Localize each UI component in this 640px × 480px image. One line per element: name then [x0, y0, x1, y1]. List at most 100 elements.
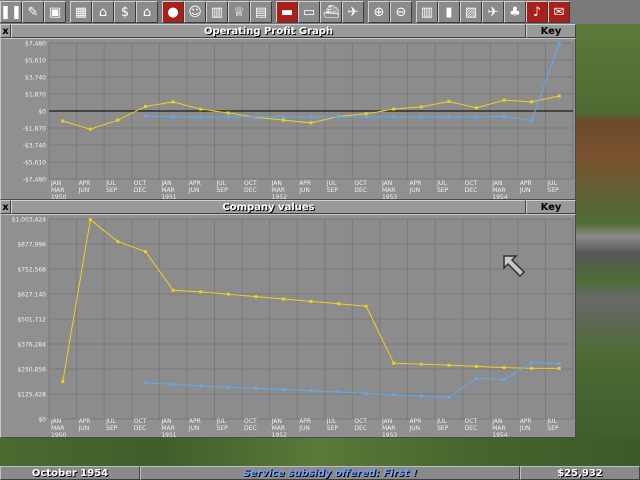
- subsidies-icon[interactable]: $: [114, 1, 136, 23]
- x-tick-label: APR: [189, 180, 201, 187]
- music-icon[interactable]: ♪: [526, 1, 548, 23]
- y-tick-label: $250,856: [17, 367, 46, 374]
- data-point: [474, 106, 478, 110]
- data-point: [309, 115, 313, 119]
- league-icon[interactable]: ♕: [228, 1, 250, 23]
- main-toolbar: ❚❚ ✎ ▣ ▦ ⌂ $ ⌂ ● ☺ ▥ ♕ ▤ ▬ ▭ ⛴ ✈ ⊕ ⊖ ▥ ▮…: [0, 0, 640, 24]
- y-tick-label: $125,428: [17, 392, 46, 399]
- data-point: [309, 121, 313, 125]
- data-point: [502, 98, 506, 102]
- x-tick-label: MAR: [51, 425, 64, 432]
- x-tick-label: SEP: [547, 425, 559, 432]
- x-tick-label: OCT: [354, 180, 367, 187]
- road-vehicles-icon[interactable]: ▭: [298, 1, 320, 23]
- game-map-strip[interactable]: [0, 438, 640, 466]
- ships-icon[interactable]: ⛴: [320, 1, 342, 23]
- data-point: [557, 94, 561, 98]
- x-tick-label: SEP: [327, 425, 339, 432]
- x-tick-label: JUL: [215, 180, 226, 187]
- x-tick-label: JUN: [188, 425, 200, 432]
- build-rail-icon[interactable]: ▥: [416, 1, 438, 23]
- build-road-icon[interactable]: ▮: [438, 1, 460, 23]
- data-point: [474, 376, 478, 380]
- close-button[interactable]: x: [0, 24, 11, 38]
- industries-icon[interactable]: ▤: [250, 1, 272, 23]
- build-airport-icon[interactable]: ✈: [482, 1, 504, 23]
- x-tick-label: JAN: [50, 180, 61, 187]
- x-tick-label: JUN: [188, 187, 200, 194]
- x-tick-label: JAN: [160, 418, 171, 425]
- key-button[interactable]: Key: [526, 24, 576, 38]
- x-tick-label: JUL: [326, 180, 337, 187]
- y-tick-label: $0: [38, 109, 46, 116]
- y-tick-label: -$1,870: [23, 126, 46, 133]
- key-button[interactable]: Key: [526, 200, 576, 214]
- data-point: [254, 386, 258, 390]
- data-point: [281, 388, 285, 392]
- x-tick-label: JUL: [326, 418, 337, 425]
- data-point: [116, 240, 120, 244]
- x-tick-label: MAR: [382, 187, 395, 194]
- x-tick-label: APR: [189, 418, 201, 425]
- x-tick-label: MAR: [272, 425, 285, 432]
- aircraft-icon[interactable]: ✈: [342, 1, 364, 23]
- zoom-in-icon[interactable]: ⊕: [368, 1, 390, 23]
- y-tick-label: $0: [38, 417, 46, 424]
- x-tick-label: APR: [520, 180, 532, 187]
- y-tick-label: $752,568: [17, 267, 46, 274]
- window-title[interactable]: Operating Profit Graph: [11, 24, 526, 38]
- x-tick-label: MAR: [51, 187, 64, 194]
- x-tick-label: JAN: [491, 180, 502, 187]
- data-point: [281, 115, 285, 119]
- x-tick-label: SEP: [216, 425, 228, 432]
- window-title[interactable]: Company values: [11, 200, 526, 214]
- train-list-icon[interactable]: ▬: [276, 1, 298, 23]
- zoom-out-icon[interactable]: ⊖: [390, 1, 412, 23]
- game-map-area[interactable]: [576, 24, 640, 466]
- messages-icon[interactable]: ✉: [548, 1, 570, 23]
- company-icon[interactable]: ☺: [184, 1, 206, 23]
- x-tick-label: DEC: [465, 187, 478, 194]
- data-point: [254, 115, 258, 119]
- company-values-window: x Company values Key $1,003,424 $877,996 $…: [0, 200, 576, 439]
- x-tick-label: APR: [79, 180, 91, 187]
- graphs-icon[interactable]: ▥: [206, 1, 228, 23]
- data-point: [171, 115, 175, 119]
- map-icon[interactable]: ▦: [70, 1, 92, 23]
- data-point: [530, 100, 534, 104]
- stations-icon[interactable]: ⌂: [136, 1, 158, 23]
- settings-icon[interactable]: ✎: [22, 1, 44, 23]
- news-ticker[interactable]: Service subsidy offered: First !: [140, 466, 520, 480]
- x-tick-label: MAR: [272, 187, 285, 194]
- data-point: [337, 115, 341, 119]
- finances-icon[interactable]: ●: [162, 1, 184, 23]
- x-tick-label: OCT: [465, 180, 478, 187]
- data-point: [392, 361, 396, 365]
- x-tick-label: SEP: [216, 187, 228, 194]
- town-directory-icon[interactable]: ⌂: [92, 1, 114, 23]
- data-point: [199, 384, 203, 388]
- data-point: [309, 299, 313, 303]
- x-tick-label: OCT: [354, 418, 367, 425]
- x-tick-label: JUL: [215, 418, 226, 425]
- data-point: [392, 115, 396, 119]
- data-point: [392, 107, 396, 111]
- close-button[interactable]: x: [0, 200, 11, 214]
- x-tick-label: JUN: [298, 425, 310, 432]
- pause-icon[interactable]: ❚❚: [0, 1, 22, 23]
- x-tick-label: DEC: [244, 187, 257, 194]
- landscaping-icon[interactable]: ♣: [504, 1, 526, 23]
- x-tick-label: JUL: [436, 418, 447, 425]
- x-tick-label: SEP: [327, 187, 339, 194]
- build-docks-icon[interactable]: ▨: [460, 1, 482, 23]
- x-tick-label: DEC: [354, 425, 367, 432]
- x-tick-label: OCT: [244, 418, 257, 425]
- x-tick-label: 1954: [492, 432, 507, 439]
- x-tick-label: JAN: [271, 418, 282, 425]
- data-point: [419, 105, 423, 109]
- y-tick-label: $1,870: [25, 92, 46, 99]
- data-point: [502, 114, 506, 118]
- data-point: [447, 363, 451, 367]
- save-icon[interactable]: ▣: [44, 1, 66, 23]
- data-point: [88, 218, 92, 222]
